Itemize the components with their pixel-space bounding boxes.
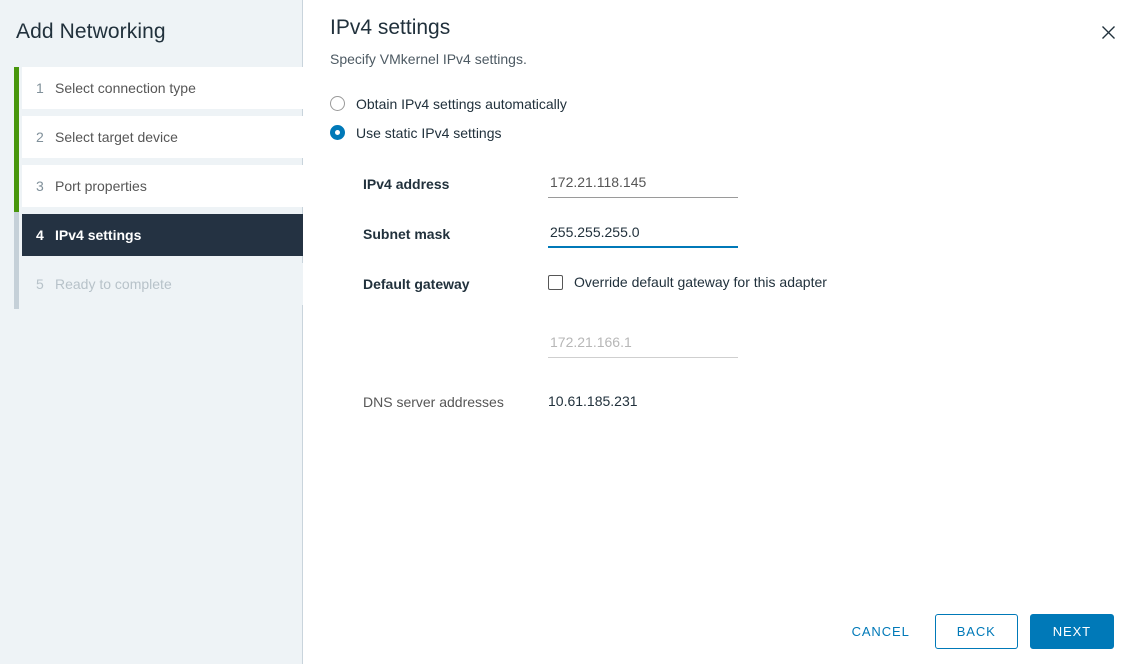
subnet-mask-label: Subnet mask [363, 226, 451, 242]
subnet-mask-input[interactable] [548, 223, 738, 248]
wizard-steps: 1 Select connection type 2 Select target… [0, 67, 303, 309]
field-row-ipv4-address: IPv4 address [363, 173, 1132, 223]
wizard-title: Add Networking [16, 20, 166, 43]
step-label: Select target device [55, 129, 178, 145]
add-networking-wizard: Add Networking 1 Select connection type … [0, 0, 1132, 664]
progress-rail-completed [14, 67, 19, 212]
step-label: Port properties [55, 178, 147, 194]
sidebar-step-ready-to-complete[interactable]: 5 Ready to complete [22, 263, 303, 305]
page-title: IPv4 settings [330, 16, 451, 39]
close-icon[interactable] [1094, 18, 1122, 46]
radio-option-use-static[interactable]: Use static IPv4 settings [330, 121, 1132, 144]
field-row-default-gateway-value [363, 323, 1132, 381]
wizard-content: IPv4 settings Specify VMkernel IPv4 sett… [303, 0, 1132, 664]
ipv4-address-input-wrap [548, 173, 738, 198]
step-number: 3 [36, 178, 44, 194]
next-button[interactable]: NEXT [1029, 614, 1114, 649]
step-number: 2 [36, 129, 44, 145]
override-default-gateway-checkbox-row[interactable]: Override default gateway for this adapte… [548, 273, 827, 290]
cancel-button[interactable]: CANCEL [837, 614, 925, 649]
default-gateway-input-wrap [548, 333, 738, 358]
ipv4-address-label: IPv4 address [363, 176, 450, 192]
sidebar-step-port-properties[interactable]: 3 Port properties [22, 165, 303, 207]
wizard-sidebar: Add Networking 1 Select connection type … [0, 0, 303, 664]
subnet-mask-input-wrap [548, 223, 738, 248]
sidebar-step-select-target-device[interactable]: 2 Select target device [22, 116, 303, 158]
static-settings-fields: IPv4 address Subnet mask Default gateway [330, 173, 1132, 410]
page-subtitle: Specify VMkernel IPv4 settings. [330, 51, 527, 67]
radio-obtain-automatically-indicator[interactable] [330, 96, 345, 111]
step-label: Select connection type [55, 80, 196, 96]
field-row-subnet-mask: Subnet mask [363, 223, 1132, 273]
default-gateway-label: Default gateway [363, 276, 470, 292]
field-row-default-gateway: Default gateway Override default gateway… [363, 273, 1132, 323]
radio-option-obtain-automatically[interactable]: Obtain IPv4 settings automatically [330, 92, 1132, 115]
radio-obtain-automatically-label[interactable]: Obtain IPv4 settings automatically [356, 96, 567, 112]
default-gateway-input [548, 333, 738, 358]
step-number: 4 [36, 227, 44, 243]
step-label: Ready to complete [55, 276, 172, 292]
sidebar-step-ipv4-settings[interactable]: 4 IPv4 settings [22, 214, 303, 256]
step-number: 1 [36, 80, 44, 96]
step-number: 5 [36, 276, 44, 292]
back-button[interactable]: BACK [934, 614, 1018, 649]
step-label: IPv4 settings [55, 227, 142, 243]
dns-server-addresses-value: 10.61.185.231 [548, 393, 638, 409]
ipv4-address-input[interactable] [548, 173, 738, 198]
sidebar-step-select-connection-type[interactable]: 1 Select connection type [22, 67, 303, 109]
radio-use-static-indicator[interactable] [330, 125, 345, 140]
override-default-gateway-checkbox[interactable] [548, 274, 563, 290]
radio-use-static-label[interactable]: Use static IPv4 settings [356, 125, 502, 141]
override-default-gateway-label[interactable]: Override default gateway for this adapte… [574, 274, 827, 290]
ipv4-settings-form: Obtain IPv4 settings automatically Use s… [303, 68, 1132, 410]
dns-server-addresses-label: DNS server addresses [363, 394, 504, 410]
field-row-dns-server-addresses: DNS server addresses 10.61.185.231 [363, 391, 1132, 410]
wizard-footer: CANCEL BACK NEXT [837, 614, 1114, 649]
